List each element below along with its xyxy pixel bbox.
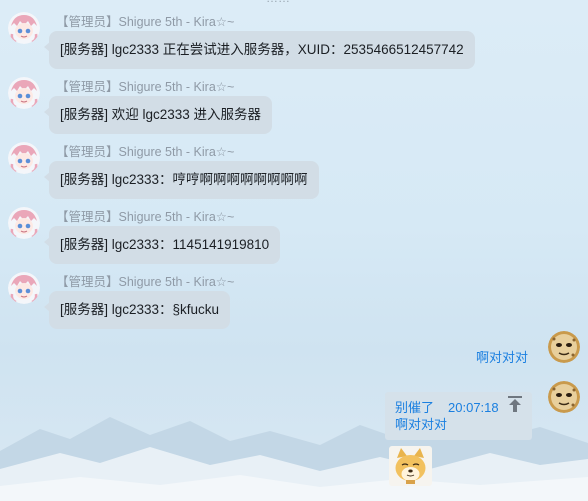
anime-avatar-icon[interactable]	[8, 207, 40, 239]
self-avatar-icon[interactable]	[548, 331, 580, 363]
quote-time: 20:07:18	[448, 400, 499, 415]
message-bubble[interactable]: [服务器] lgc2333 正在尝试进入服务器，XUID：25354665124…	[44, 31, 475, 69]
sender-name: 【管理员】Shigure 5th - Kira☆~	[56, 80, 235, 94]
message-bubble[interactable]: [服务器] lgc2333：1145141919810	[43, 226, 281, 264]
sender-name: 【管理员】Shigure 5th - Kira☆~	[56, 210, 235, 224]
anime-avatar-icon[interactable]	[8, 272, 40, 304]
sender-name: 【管理员】Shigure 5th - Kira☆~	[56, 145, 235, 159]
sender-name: 【管理员】Shigure 5th - Kira☆~	[56, 275, 235, 289]
quote-label: 别催了	[395, 400, 435, 415]
self-avatar-icon[interactable]	[548, 381, 580, 413]
dog-sticker-icon[interactable]	[389, 446, 432, 486]
arrow-up-icon[interactable]	[508, 396, 522, 412]
anime-avatar-icon[interactable]	[8, 142, 40, 174]
self-message-text[interactable]: 啊对对对	[476, 347, 528, 366]
anime-avatar-icon[interactable]	[8, 12, 40, 44]
message-bubble[interactable]: [服务器] 欢迎 lgc2333 进入服务器	[43, 96, 273, 134]
load-more-hint: ……	[266, 0, 290, 5]
anime-avatar-icon[interactable]	[8, 77, 40, 109]
sender-name: 【管理员】Shigure 5th - Kira☆~	[56, 15, 235, 29]
message-bubble[interactable]: [服务器] lgc2333：哼哼啊啊啊啊啊啊啊啊	[44, 161, 319, 199]
message-bubble[interactable]: [服务器] lgc2333：§kfucku	[43, 291, 231, 329]
quoted-reply-card[interactable]: 别催了 20:07:18 啊对对对	[385, 392, 532, 440]
quote-text: 啊对对对	[395, 417, 448, 432]
